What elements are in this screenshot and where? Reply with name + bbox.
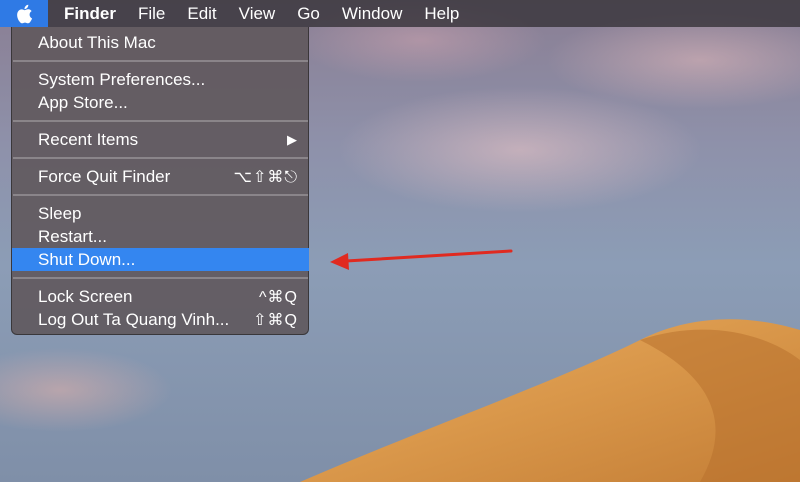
- annotation-arrow-head: [330, 253, 349, 270]
- annotation-arrow-line: [344, 249, 513, 263]
- annotation-arrow: [330, 249, 513, 270]
